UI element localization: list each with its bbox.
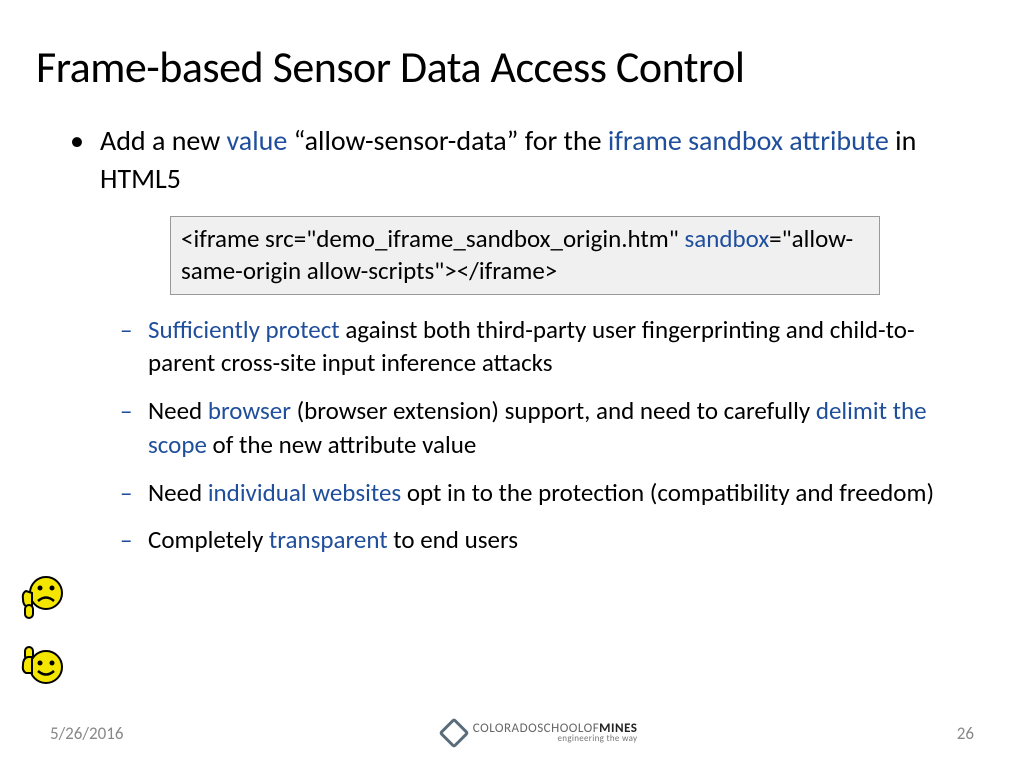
logo-tagline: engineering the way [473,735,638,744]
thumbs-up-icon [18,643,66,691]
text: Completely [148,524,269,555]
text: opt in to the protection (compatibility … [401,477,934,508]
code-example-box: <iframe src="demo_iframe_sandbox_origin.… [170,216,880,295]
footer-logo: COLORADOSCHOOLOFMINES engineering the wa… [443,722,638,744]
text: Need [148,395,208,426]
text: (browser extension) support, and need to… [291,395,816,426]
text: to end users [388,524,518,555]
logo-mark-icon [438,717,469,748]
text: “allow-sensor-data” for the [287,123,608,158]
bullet-1: Add a new value “allow-sensor-data” for … [70,122,964,198]
logo-text: COLORADOSCHOOLOFMINES engineering the wa… [473,723,638,744]
footer-page-number: 26 [957,723,974,744]
keyword-value: value [227,123,288,158]
slide-footer: 5/26/2016 COLORADOSCHOOLOFMINES engineer… [0,722,1024,744]
thumbs-down-icon [18,573,66,621]
logo-word: COLORADO [473,721,537,736]
keyword: individual websites [208,477,401,508]
sub-bullet-list: Sufficiently protect against both third-… [120,313,964,558]
keyword: Sufficiently protect [148,314,340,345]
slide: Frame-based Sensor Data Access Control A… [0,0,1024,768]
keyword: transparent [269,524,388,555]
sub-bullet-3: Need individual websites opt in to the p… [120,476,964,510]
footer-date: 5/26/2016 [50,723,123,744]
keyword-iframe: iframe sandbox attribute [608,123,889,158]
sub-bullet-4: Completely transparent to end users [120,523,964,557]
keyword: browser [208,395,291,426]
sub-bullet-1: Sufficiently protect against both third-… [120,313,964,381]
code-text: <iframe src="demo_iframe_sandbox_origin.… [181,223,684,254]
top-bullet-list: Add a new value “allow-sensor-data” for … [70,122,964,198]
sub-bullet-2: Need browser (browser extension) support… [120,394,964,462]
text: Need [148,477,208,508]
text: Add a new [100,123,227,158]
text: of the new attribute value [207,429,476,460]
slide-title: Frame-based Sensor Data Access Control [36,40,964,94]
code-sandbox: sandbox [684,223,769,254]
